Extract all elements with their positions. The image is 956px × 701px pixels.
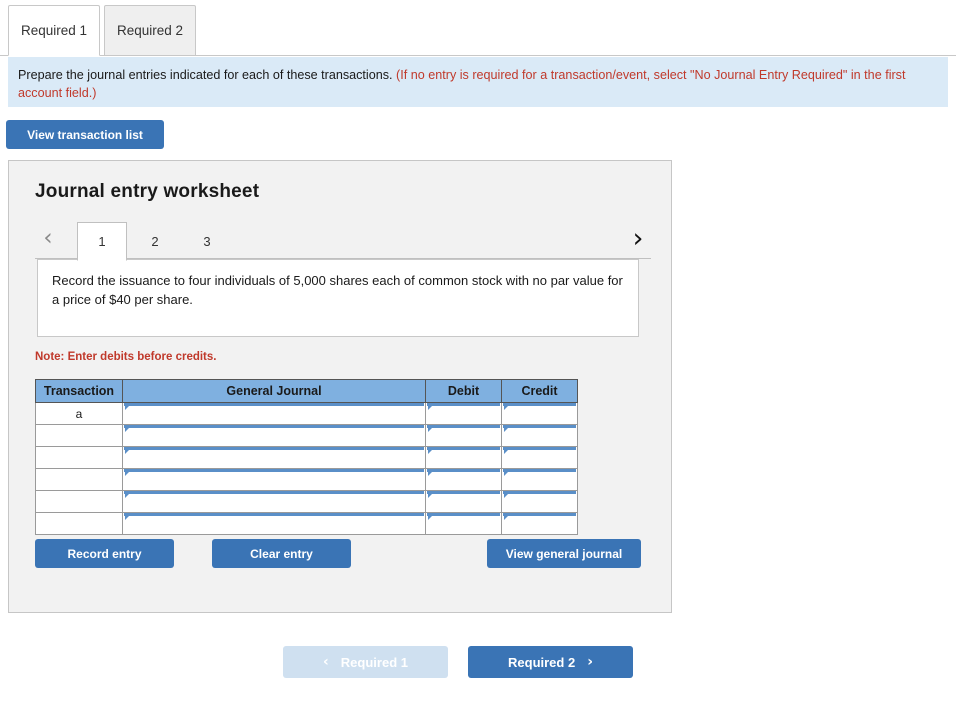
- column-header-debit: Debit: [425, 379, 502, 403]
- nav-next-label: Required 2: [508, 654, 576, 670]
- table-header-row: Transaction General Journal Debit Credit: [35, 379, 578, 403]
- credit-input[interactable]: [501, 424, 578, 447]
- general-journal-account-select[interactable]: [122, 490, 426, 513]
- general-journal-account-select[interactable]: [122, 468, 426, 491]
- credit-input[interactable]: [501, 490, 578, 513]
- chevron-left-icon[interactable]: ‹: [35, 221, 61, 255]
- credit-input[interactable]: [501, 446, 578, 469]
- instruction-text: Prepare the journal entries indicated fo…: [18, 68, 393, 82]
- table-row: [35, 424, 578, 447]
- credit-input[interactable]: [501, 468, 578, 491]
- debit-input[interactable]: [425, 402, 502, 425]
- chevron-right-icon[interactable]: ›: [625, 221, 651, 255]
- credit-input[interactable]: [501, 402, 578, 425]
- worksheet-pager: ‹ 1 2 3 ›: [35, 219, 651, 261]
- view-general-journal-button[interactable]: View general journal: [487, 539, 641, 568]
- credit-input[interactable]: [501, 512, 578, 535]
- view-transaction-list-button[interactable]: View transaction list: [6, 120, 164, 149]
- required-tab-strip: Required 1 Required 2: [0, 0, 956, 56]
- tab-required-2-label: Required 2: [116, 23, 184, 38]
- clear-entry-button[interactable]: Clear entry: [212, 539, 351, 568]
- table-row: [35, 512, 578, 535]
- worksheet-page-2[interactable]: 2: [130, 222, 180, 260]
- general-journal-account-select[interactable]: [122, 402, 426, 425]
- column-header-general-journal: General Journal: [122, 379, 426, 403]
- instruction-banner: Prepare the journal entries indicated fo…: [8, 57, 948, 107]
- chevron-right-icon: ›: [587, 654, 593, 670]
- transaction-label-cell: [35, 446, 123, 469]
- tab-required-1[interactable]: Required 1: [8, 5, 100, 56]
- table-row: [35, 490, 578, 513]
- worksheet-page-3[interactable]: 3: [182, 222, 232, 260]
- chevron-left-icon: ‹: [323, 654, 329, 670]
- tab-required-2[interactable]: Required 2: [104, 5, 196, 56]
- worksheet-title: Journal entry worksheet: [35, 181, 260, 202]
- debit-input[interactable]: [425, 512, 502, 535]
- column-header-credit: Credit: [501, 379, 578, 403]
- debits-before-credits-note: Note: Enter debits before credits.: [35, 351, 217, 363]
- column-header-transaction: Transaction: [35, 379, 123, 403]
- table-row: a: [35, 402, 578, 425]
- general-journal-account-select[interactable]: [122, 424, 426, 447]
- transaction-label-cell: [35, 424, 123, 447]
- transaction-label-cell: a: [35, 402, 123, 425]
- journal-entry-table: Transaction General Journal Debit Credit…: [35, 379, 578, 535]
- transaction-label-cell: [35, 490, 123, 513]
- general-journal-account-select[interactable]: [122, 446, 426, 469]
- transaction-description-box: Record the issuance to four individuals …: [37, 259, 639, 337]
- worksheet-page-2-label: 2: [151, 233, 159, 249]
- worksheet-page-3-label: 3: [203, 233, 211, 249]
- record-entry-button[interactable]: Record entry: [35, 539, 174, 568]
- nav-next-required-2-button[interactable]: Required 2 ›: [468, 646, 633, 678]
- table-row: [35, 468, 578, 491]
- transaction-label-cell: [35, 512, 123, 535]
- worksheet-page-1-label: 1: [98, 234, 106, 249]
- table-row: [35, 446, 578, 469]
- debit-input[interactable]: [425, 490, 502, 513]
- nav-prev-required-1-button[interactable]: ‹ Required 1: [283, 646, 448, 678]
- transaction-description-text: Record the issuance to four individuals …: [52, 273, 623, 307]
- debit-input[interactable]: [425, 468, 502, 491]
- transaction-label-cell: [35, 468, 123, 491]
- debit-input[interactable]: [425, 446, 502, 469]
- nav-prev-label: Required 1: [340, 654, 408, 670]
- worksheet-page-1[interactable]: 1: [77, 222, 127, 261]
- tab-required-1-label: Required 1: [20, 23, 88, 38]
- debit-input[interactable]: [425, 424, 502, 447]
- journal-entry-worksheet-panel: Journal entry worksheet ‹ 1 2 3 › Record…: [8, 160, 672, 613]
- general-journal-account-select[interactable]: [122, 512, 426, 535]
